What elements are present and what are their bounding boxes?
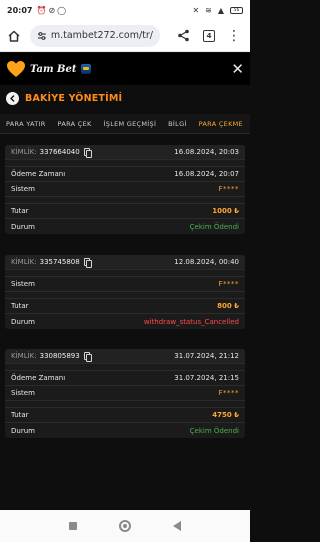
- spacer: [5, 292, 245, 299]
- system-label: Sistem: [11, 280, 35, 288]
- system-value: F****: [218, 280, 239, 288]
- amount-row: Tutar 4750 ₺: [5, 408, 245, 423]
- transaction-date: 16.08.2024, 20:03: [174, 148, 239, 156]
- home-nav-icon[interactable]: [119, 520, 131, 532]
- transaction-id-row: KİMLİK: 335745808 12.08.2024, 00:40: [5, 255, 245, 270]
- chevron-left-icon: [10, 94, 15, 102]
- system-label: Sistem: [11, 389, 35, 397]
- payment-time-value: 16.08.2024, 20:07: [174, 170, 239, 178]
- mute-icon: ✕: [192, 5, 200, 15]
- copy-icon[interactable]: [83, 148, 93, 158]
- logo-heart-icon[interactable]: [6, 60, 26, 78]
- address-bar[interactable]: m.tambet272.com/tr/: [30, 24, 160, 47]
- recents-icon[interactable]: [69, 522, 77, 530]
- spacer: [5, 401, 245, 408]
- battery-icon: 56: [230, 6, 243, 14]
- balance-tabs: PARA YATIR PARA ÇEK İŞLEM GEÇMİŞİ BİLGİ …: [0, 114, 250, 134]
- status-value: Çekim Ödendi: [189, 426, 239, 435]
- copy-icon[interactable]: [83, 258, 93, 268]
- amount-label: Tutar: [11, 411, 29, 419]
- tab-info[interactable]: BİLGİ: [162, 114, 192, 133]
- amount-row: Tutar 1000 ₺: [5, 204, 245, 219]
- id-label: KİMLİK:: [11, 258, 37, 266]
- site-settings-icon[interactable]: [37, 31, 47, 41]
- payment-time-label: Ödeme Zamanı: [11, 170, 66, 178]
- tab-deposit[interactable]: PARA YATIR: [0, 114, 52, 133]
- browser-toolbar: m.tambet272.com/tr/ 4 ⋮: [0, 20, 250, 52]
- system-row: Sistem F****: [5, 277, 245, 292]
- tab-withdrawals[interactable]: PARA ÇEKME: [192, 114, 249, 133]
- payment-time-label: Ödeme Zamanı: [11, 374, 66, 382]
- sync-icon: ◯: [57, 5, 67, 15]
- badge-icon: [81, 64, 92, 74]
- payment-time-row: Ödeme Zamanı 16.08.2024, 20:07: [5, 167, 245, 182]
- home-icon: [8, 30, 20, 42]
- back-nav-icon[interactable]: [173, 521, 181, 531]
- system-label: Sistem: [11, 185, 35, 193]
- url-text: m.tambet272.com/tr/: [50, 30, 153, 41]
- status-value: Çekim Ödendi: [189, 222, 239, 231]
- spacer: [5, 364, 245, 371]
- status-row: Durum Çekim Ödendi: [5, 219, 245, 234]
- transaction-card: KİMLİK: 330805893 31.07.2024, 21:12 Ödem…: [5, 349, 245, 438]
- home-button[interactable]: [6, 28, 22, 44]
- amount-row: Tutar 800 ₺: [5, 299, 245, 314]
- wifi-icon: ≋: [205, 5, 212, 15]
- status-row: Durum Çekim Ödendi: [5, 423, 245, 438]
- transaction-id-row: KİMLİK: 337664040 16.08.2024, 20:03: [5, 145, 245, 160]
- status-label: Durum: [11, 317, 35, 326]
- more-menu-icon[interactable]: ⋮: [227, 29, 241, 43]
- status-value: withdraw_status_Cancelled: [143, 317, 239, 326]
- logo-text[interactable]: Tam Bet: [30, 64, 76, 75]
- amount-value: 1000 ₺: [212, 207, 239, 215]
- tab-switcher-button[interactable]: 4: [203, 29, 215, 42]
- page-header: BAKİYE YÖNETİMİ: [0, 88, 250, 108]
- transaction-date: 31.07.2024, 21:12: [174, 352, 239, 360]
- status-label: Durum: [11, 426, 35, 435]
- close-icon[interactable]: ✕: [231, 61, 244, 77]
- muted-alarm-icon: ⊘: [48, 5, 56, 15]
- amount-value: 800 ₺: [217, 302, 239, 310]
- tab-transaction-history[interactable]: İŞLEM GEÇMİŞİ: [98, 114, 163, 133]
- id-label: KİMLİK:: [11, 148, 37, 156]
- status-time: 20:07: [7, 5, 33, 15]
- system-row: Sistem F****: [5, 386, 245, 401]
- payment-time-value: 31.07.2024, 21:15: [174, 374, 239, 382]
- share-button[interactable]: [175, 28, 191, 44]
- system-value: F****: [218, 389, 239, 397]
- status-bar: 20:07 ⏰ ⊘ ◯ ✕ ≋ ▲ 56: [0, 0, 250, 20]
- transaction-id-row: KİMLİK: 330805893 31.07.2024, 21:12: [5, 349, 245, 364]
- transaction-card: KİMLİK: 335745808 12.08.2024, 00:40 Sist…: [5, 255, 245, 329]
- system-nav-bar: [0, 510, 250, 542]
- back-button[interactable]: [6, 91, 19, 105]
- amount-label: Tutar: [11, 207, 29, 215]
- share-icon: [177, 29, 189, 42]
- spacer: [5, 270, 245, 277]
- transaction-date: 12.08.2024, 00:40: [174, 258, 239, 266]
- amount-value: 4750 ₺: [212, 411, 239, 419]
- transaction-id: 335745808: [39, 258, 80, 266]
- transaction-id: 337664040: [39, 148, 80, 156]
- id-label: KİMLİK:: [11, 352, 37, 360]
- transaction-card: KİMLİK: 337664040 16.08.2024, 20:03 Ödem…: [5, 145, 245, 234]
- transaction-id: 330805893: [39, 352, 80, 360]
- status-label: Durum: [11, 222, 35, 231]
- system-row: Sistem F****: [5, 182, 245, 197]
- site-header: Tam Bet ✕: [0, 53, 250, 85]
- status-row: Durum withdraw_status_Cancelled: [5, 314, 245, 329]
- tab-withdraw[interactable]: PARA ÇEK: [52, 114, 98, 133]
- alarm-icon: ⏰: [36, 5, 47, 15]
- spacer: [5, 160, 245, 167]
- copy-icon[interactable]: [83, 352, 93, 362]
- page-title: BAKİYE YÖNETİMİ: [25, 92, 123, 104]
- payment-time-row: Ödeme Zamanı 31.07.2024, 21:15: [5, 371, 245, 386]
- amount-label: Tutar: [11, 302, 29, 310]
- system-value: F****: [218, 185, 239, 193]
- spacer: [5, 197, 245, 204]
- signal-icon: ▲: [217, 5, 224, 15]
